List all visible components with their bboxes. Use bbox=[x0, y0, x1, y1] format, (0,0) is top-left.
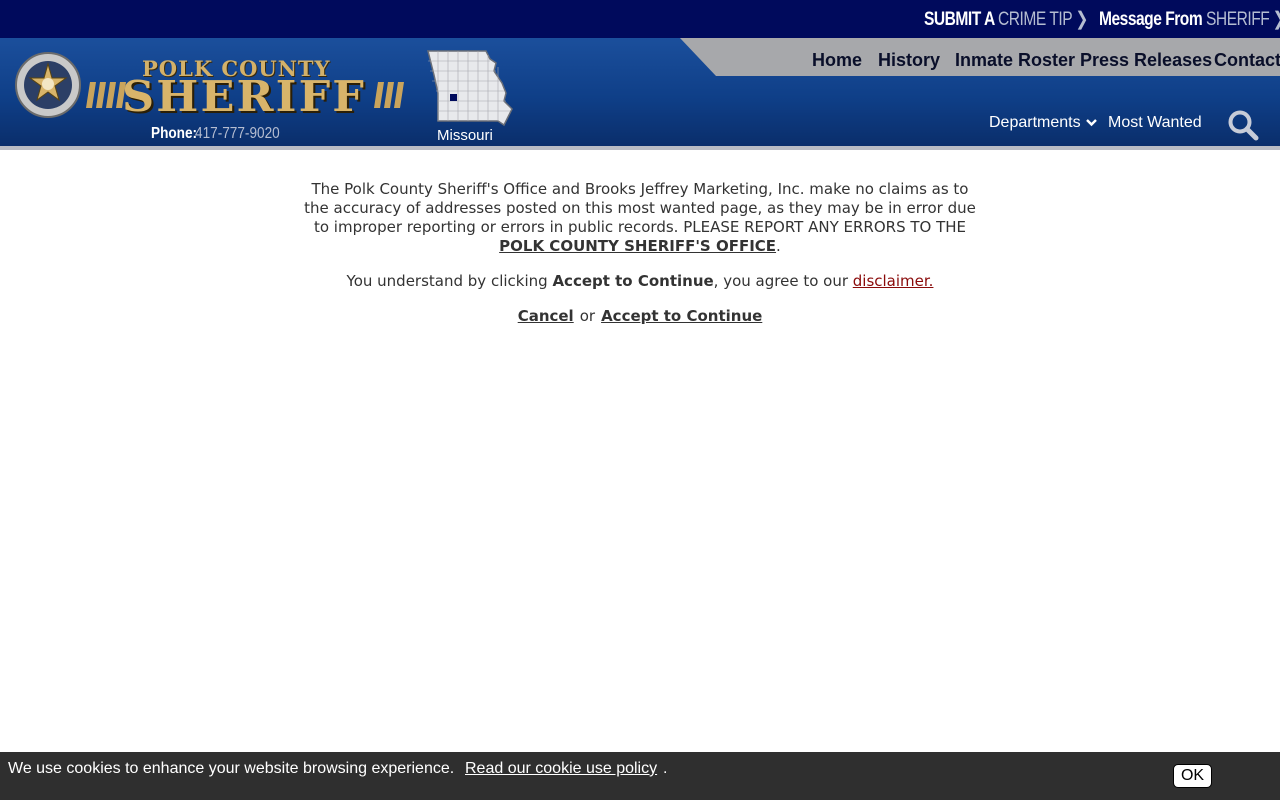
agree-paragraph: You understand by clicking Accept to Con… bbox=[300, 272, 980, 291]
nav-home[interactable]: Home bbox=[812, 50, 862, 71]
or-separator: or bbox=[579, 307, 596, 325]
message-from-sheriff-link[interactable]: Message From SHERIFF❯ bbox=[1099, 8, 1280, 31]
sheriff-msg-prefix: Message From bbox=[1099, 9, 1207, 30]
nav-departments[interactable]: Departments bbox=[989, 114, 1097, 132]
nav-most-wanted[interactable]: Most Wanted bbox=[1108, 114, 1202, 132]
logo-stripes-decoration bbox=[374, 82, 404, 108]
submit-crime-tip-link[interactable]: SUBMIT A CRIME TIP ❯ bbox=[924, 8, 1088, 31]
cookie-ok-button[interactable]: OK bbox=[1173, 764, 1212, 788]
sheriff-msg-highlight: SHERIFF bbox=[1206, 9, 1270, 30]
accept-to-continue-link[interactable]: Accept to Continue bbox=[601, 307, 762, 325]
header-divider bbox=[0, 146, 1280, 150]
crime-tip-highlight: CRIME TIP bbox=[998, 9, 1073, 30]
chevron-down-icon bbox=[1086, 119, 1097, 127]
polk-county-sheriffs-office-link[interactable]: POLK COUNTY SHERIFF'S OFFICE bbox=[499, 237, 776, 255]
notice-end: . bbox=[776, 237, 781, 255]
cancel-link[interactable]: Cancel bbox=[518, 307, 574, 325]
cookie-period: . bbox=[663, 760, 668, 777]
disclaimer-notice: The Polk County Sheriff's Office and Bro… bbox=[300, 180, 980, 342]
nav-contact[interactable]: Contact bbox=[1214, 50, 1280, 71]
state-label: Missouri bbox=[437, 127, 493, 144]
action-links: Cancel or Accept to Continue bbox=[300, 307, 980, 326]
phone-number-link[interactable]: 417-777-9020 bbox=[195, 125, 280, 143]
phone-label: Phone: bbox=[151, 125, 198, 142]
notice-text: The Polk County Sheriff's Office and Bro… bbox=[304, 180, 976, 236]
missouri-map-icon bbox=[427, 50, 513, 127]
top-utility-bar: SUBMIT A CRIME TIP ❯ Message From SHERIFF… bbox=[0, 0, 1280, 38]
nav-press-releases[interactable]: Press Releases bbox=[1080, 50, 1212, 71]
logo-sheriff-word: SHERIFF bbox=[122, 72, 367, 121]
cookie-consent-bar: We use cookies to enhance your website b… bbox=[0, 752, 1280, 800]
search-icon[interactable] bbox=[1226, 108, 1260, 142]
nav-history[interactable]: History bbox=[878, 50, 940, 71]
crime-tip-prefix: SUBMIT A bbox=[924, 9, 999, 30]
chevron-right-icon: ❯ bbox=[1075, 9, 1088, 30]
nav-inmate-roster[interactable]: Inmate Roster bbox=[955, 50, 1075, 71]
cookie-message: We use cookies to enhance your website b… bbox=[8, 760, 455, 777]
agree-bold: Accept to Continue bbox=[552, 272, 714, 290]
cookie-policy-link[interactable]: Read our cookie use policy bbox=[465, 760, 657, 778]
departments-label: Departments bbox=[989, 114, 1081, 131]
agree-mid: , you agree to our bbox=[713, 272, 853, 290]
agree-prefix: You understand by clicking bbox=[346, 272, 553, 290]
disclaimer-link[interactable]: disclaimer. bbox=[853, 272, 934, 290]
notice-paragraph: The Polk County Sheriff's Office and Bro… bbox=[300, 180, 980, 256]
chevron-right-icon: ❯ bbox=[1273, 9, 1280, 30]
sheriff-badge-logo[interactable] bbox=[14, 52, 82, 118]
